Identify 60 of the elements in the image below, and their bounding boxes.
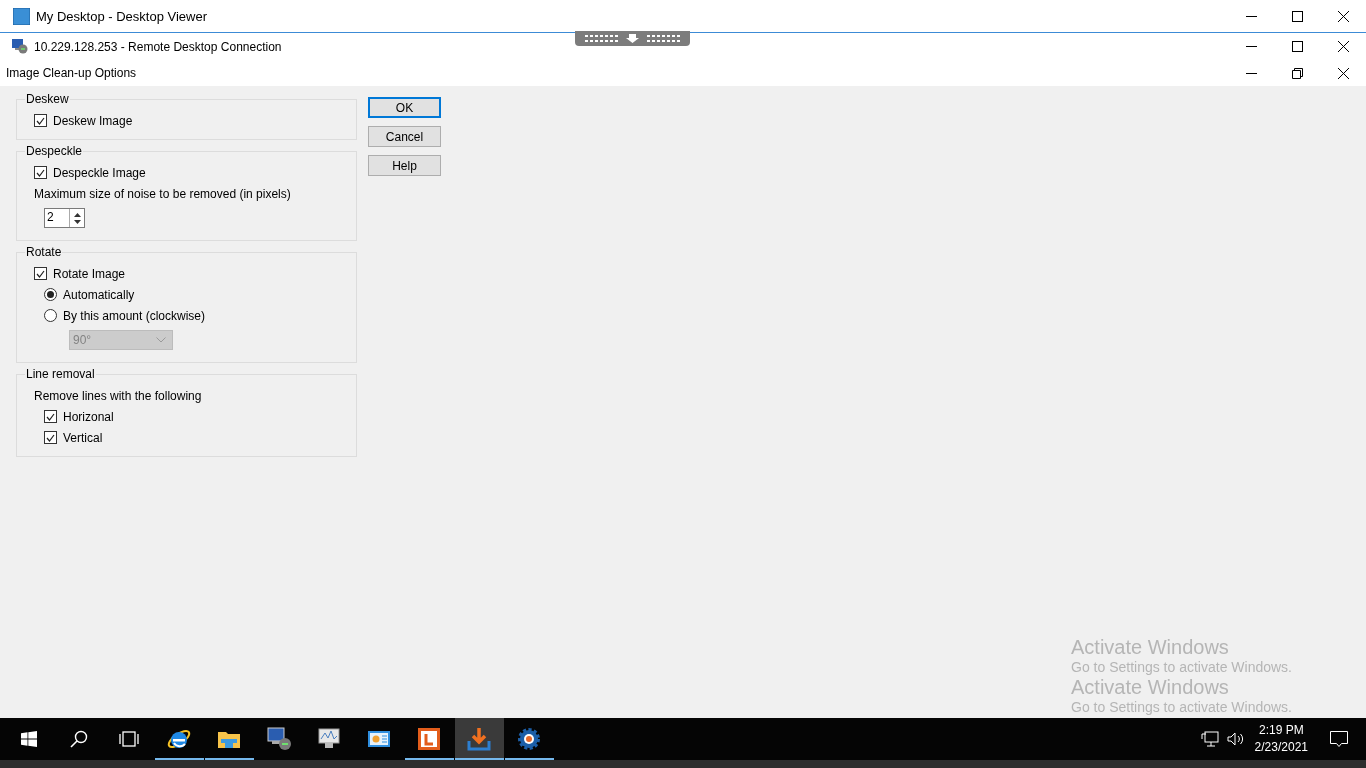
checkbox[interactable] bbox=[44, 431, 57, 444]
activation-text: Go to Settings to activate Windows. bbox=[1071, 659, 1292, 676]
download-tray-icon bbox=[467, 727, 491, 751]
checkbox-label: Rotate Image bbox=[53, 266, 126, 281]
checkbox-label: Deskew Image bbox=[53, 113, 133, 128]
close-icon bbox=[1337, 10, 1349, 22]
radio-label: Automatically bbox=[63, 287, 135, 302]
minimize-icon bbox=[1245, 46, 1257, 47]
radio-label: By this amount (clockwise) bbox=[63, 308, 206, 323]
maximize-icon bbox=[1291, 10, 1303, 22]
network-icon bbox=[1200, 731, 1219, 747]
computer-icon bbox=[266, 727, 292, 751]
control-panel-icon bbox=[367, 729, 391, 749]
clock-date: 2/23/2021 bbox=[1254, 739, 1308, 756]
remote-desktop-icon bbox=[12, 39, 28, 54]
caret-icon bbox=[156, 337, 166, 343]
option-label: Maximum size of noise to be removed (in pixels) bbox=[34, 186, 291, 201]
checkbox-label: Vertical bbox=[63, 430, 103, 445]
restore-icon bbox=[1291, 67, 1303, 79]
dialog-button[interactable]: Cancel bbox=[368, 126, 441, 147]
task-view-icon bbox=[119, 731, 139, 747]
checkbox[interactable] bbox=[44, 410, 57, 423]
group-title: Line removal bbox=[25, 367, 96, 381]
window-title: 10.229.128.253 - Remote Desktop Connection bbox=[34, 39, 282, 54]
radio-button[interactable] bbox=[44, 309, 57, 322]
monitor-chart-icon bbox=[316, 728, 342, 750]
minimize-icon bbox=[1245, 15, 1257, 17]
window-icon bbox=[13, 7, 30, 25]
checkbox[interactable] bbox=[34, 166, 47, 179]
folder-icon bbox=[218, 730, 240, 748]
minimize-icon bbox=[1245, 72, 1257, 74]
letter-l-icon bbox=[418, 728, 440, 750]
checkbox-label: Despeckle Image bbox=[53, 165, 146, 180]
notification-icon[interactable] bbox=[1330, 730, 1348, 748]
speaker-icon bbox=[1226, 731, 1245, 747]
gear-icon bbox=[517, 727, 541, 751]
window-title: My Desktop - Desktop Viewer bbox=[36, 8, 207, 24]
dialog-button[interactable]: OK bbox=[368, 97, 441, 118]
group-title: Despeckle bbox=[25, 144, 84, 158]
group-title: Deskew bbox=[25, 92, 70, 106]
dialog-title: Image Clean-up Options bbox=[6, 66, 137, 80]
windows-logo-icon bbox=[21, 731, 37, 747]
close-icon bbox=[1337, 67, 1349, 79]
search-icon bbox=[70, 730, 88, 748]
option-label: Remove lines with the following bbox=[34, 388, 202, 403]
checkbox-label: Horizonal bbox=[63, 409, 114, 424]
checkbox[interactable] bbox=[34, 114, 47, 127]
connection-bar[interactable] bbox=[575, 31, 690, 46]
dialog-button[interactable]: Help bbox=[368, 155, 441, 176]
activation-text: Go to Settings to activate Windows. bbox=[1071, 699, 1292, 716]
number-spinner[interactable]: 2 bbox=[44, 208, 85, 228]
clock-time: 2:19 PM bbox=[1258, 722, 1304, 739]
radio-button[interactable] bbox=[44, 288, 57, 301]
activation-heading: Activate Windows bbox=[1071, 636, 1230, 659]
close-icon bbox=[1337, 41, 1349, 52]
group-title: Rotate bbox=[25, 245, 63, 259]
connection-bar-pattern-icon bbox=[585, 34, 680, 43]
checkbox[interactable] bbox=[34, 267, 47, 280]
activation-heading: Activate Windows bbox=[1071, 676, 1230, 699]
maximize-icon bbox=[1291, 41, 1303, 52]
